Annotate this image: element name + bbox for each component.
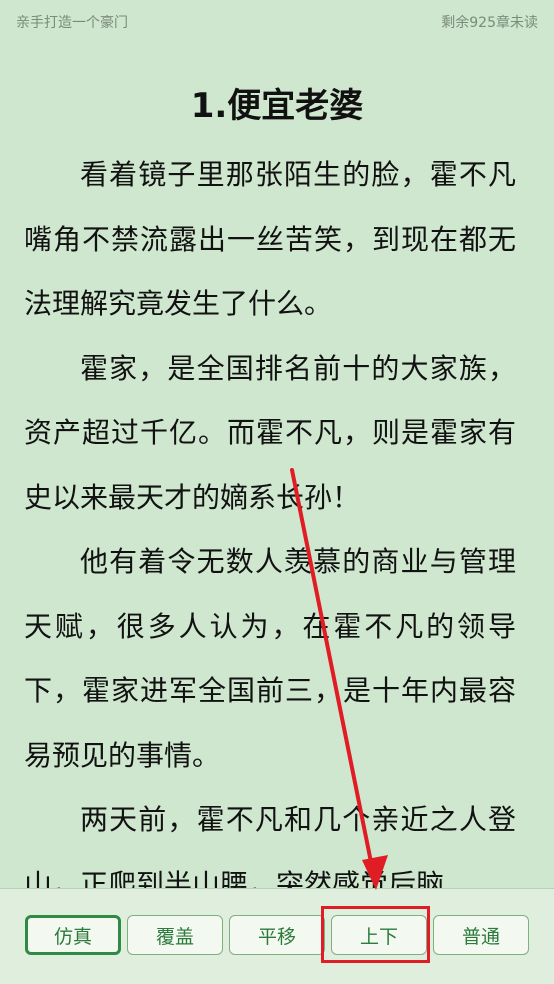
chapter-title: 1.便宜老婆 (190, 86, 364, 126)
mode-simulation-button[interactable]: 仿真 (25, 915, 121, 955)
paragraph: 看着镜子里那张陌生的脸，霍不凡嘴角不禁流露出一丝苦笑，到现在都无法理解究竟发生了… (24, 158, 516, 320)
mode-vertical-scroll-button[interactable]: 上下 (331, 915, 427, 955)
book-name: 亲手打造一个豪门 (16, 15, 128, 31)
page-mode-panel: 仿真 覆盖 平移 上下 普通 (0, 888, 554, 984)
mode-cover-button[interactable]: 覆盖 (127, 915, 223, 955)
mode-slide-button[interactable]: 平移 (229, 915, 325, 955)
remaining-chapters: 剩余925章未读 (441, 15, 538, 31)
paragraph: 他有着令无数人羡慕的商业与管理天赋，很多人认为，在霍不凡的领导下，霍家进军全国前… (24, 545, 516, 772)
status-bar: 亲手打造一个豪门 剩余925章未读 (0, 0, 554, 44)
mode-normal-button[interactable]: 普通 (433, 915, 529, 955)
reading-content[interactable]: 看着镜子里那张陌生的脸，霍不凡嘴角不禁流露出一丝苦笑，到现在都无法理解究竟发生了… (24, 143, 516, 917)
paragraph: 霍家，是全国排名前十的大家族，资产超过千亿。而霍不凡，则是霍家有史以来最天才的嫡… (24, 351, 516, 514)
